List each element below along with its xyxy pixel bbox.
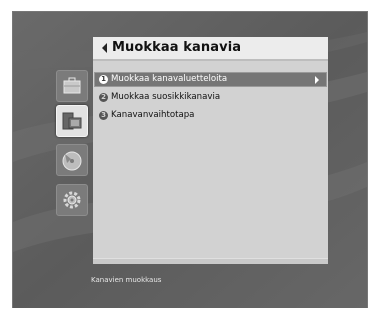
- menu-panel: [93, 37, 328, 262]
- disc-icon: [62, 151, 82, 171]
- sidebar-icon-settings[interactable]: [56, 184, 88, 216]
- number-badge: 1: [99, 75, 108, 84]
- back-arrow-icon[interactable]: [102, 43, 107, 53]
- menu-item-edit-favourites[interactable]: 2 Muokkaa suosikkikanavia: [93, 91, 328, 106]
- menu-item-edit-channel-lists[interactable]: 1 Muokkaa kanavaluetteloita: [94, 72, 327, 87]
- menu-item-label: Muokkaa kanavaluetteloita: [111, 74, 228, 84]
- sidebar-icon-channels[interactable]: [56, 105, 88, 137]
- menu-item-label: Muokkaa suosikkikanavia: [111, 92, 221, 102]
- channels-icon: [62, 112, 82, 130]
- sidebar-icon-disc[interactable]: [56, 144, 88, 176]
- number-badge: 3: [99, 111, 108, 120]
- gear-icon: [63, 191, 81, 209]
- number-badge: 2: [99, 93, 108, 102]
- menu-item-label: Kanavanvaihtotapa: [111, 110, 195, 120]
- chevron-right-icon: [315, 76, 319, 84]
- briefcase-icon: [63, 77, 81, 94]
- sidebar-icon-briefcase[interactable]: [56, 70, 88, 102]
- title-divider: [93, 59, 328, 61]
- panel-bottom-bar: [93, 258, 328, 264]
- menu-item-channel-switch-mode[interactable]: 3 Kanavanvaihtotapa: [93, 109, 328, 124]
- menu-title: Muokkaa kanavia: [112, 40, 242, 55]
- status-description: Kanavien muokkaus: [91, 276, 162, 284]
- menu-title-bar: Muokkaa kanavia: [93, 37, 328, 60]
